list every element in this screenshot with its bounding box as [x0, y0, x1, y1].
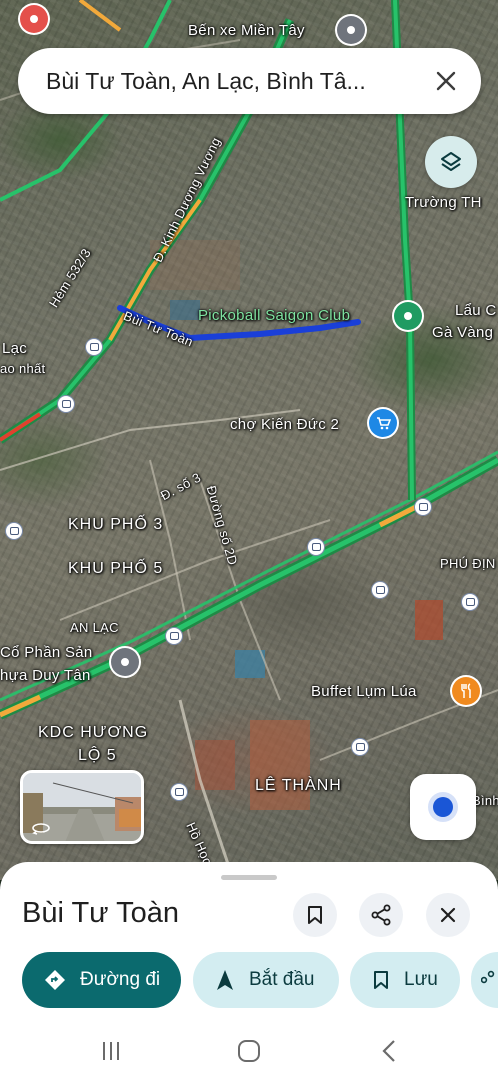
place-pin-icon[interactable] — [394, 302, 422, 330]
my-location-button[interactable] — [410, 774, 476, 840]
share-chip-button[interactable] — [471, 952, 498, 1008]
location-pin-icon[interactable] — [337, 16, 365, 44]
rotate-360-icon — [32, 823, 50, 835]
map-label: Gà Vàng — [432, 324, 494, 341]
share-icon — [481, 970, 495, 990]
bus-stop-icon[interactable] — [85, 338, 103, 356]
home-icon — [238, 1040, 260, 1062]
bookmark-icon — [308, 906, 322, 924]
search-bar[interactable]: Bùi Tư Toàn, An Lạc, Bình Tâ... — [18, 48, 481, 114]
location-pin-icon[interactable] — [111, 648, 139, 676]
layers-button[interactable] — [425, 136, 477, 188]
close-sheet-button[interactable] — [426, 893, 470, 937]
map-label: Cổ Phần Sản — [0, 644, 93, 661]
bus-stop-icon[interactable] — [307, 538, 325, 556]
location-pin-icon[interactable] — [20, 5, 48, 33]
map-label: Trường TH — [405, 194, 482, 211]
start-label: Bắt đầu — [249, 969, 315, 990]
map-label: ao nhất — [0, 361, 46, 376]
map-label: AN LẠC — [70, 620, 119, 635]
search-query[interactable]: Bùi Tư Toàn, An Lạc, Bình Tâ... — [46, 68, 431, 95]
system-navigation-bar — [0, 1022, 498, 1080]
map-label: Bến xe Miền Tây — [188, 22, 305, 39]
close-icon[interactable] — [431, 66, 461, 96]
bus-stop-icon[interactable] — [170, 783, 188, 801]
map-label: hựa Duy Tân — [0, 667, 91, 684]
map-label: LỘ 5 — [78, 747, 117, 764]
bus-stop-icon[interactable] — [165, 627, 183, 645]
map-label: LÊ THÀNH — [255, 777, 342, 794]
my-location-icon — [433, 797, 453, 817]
map-label: KHU PHỐ 3 — [68, 516, 164, 533]
directions-label: Đường đi — [80, 969, 161, 990]
share-button[interactable] — [359, 893, 403, 937]
save-button[interactable]: Lưu — [350, 952, 460, 1008]
place-title: Bùi Tư Toàn — [22, 897, 179, 929]
navigation-arrow-icon — [215, 969, 235, 991]
bookmark-icon — [372, 970, 390, 990]
start-button[interactable]: Bắt đầu — [193, 952, 339, 1008]
map-label: KHU PHỐ 5 — [68, 560, 164, 577]
drag-handle[interactable] — [221, 875, 277, 880]
share-icon — [371, 904, 391, 926]
recent-apps-icon — [103, 1042, 119, 1060]
bus-stop-icon[interactable] — [5, 522, 23, 540]
map-view[interactable]: Bến xe Miền Tây Trường TH Đ. Kinh Dương … — [0, 0, 498, 880]
map-roads — [0, 0, 498, 871]
map-label: KDC HƯƠNG — [38, 724, 149, 741]
map-label: chợ Kiến Đức 2 — [230, 416, 340, 433]
recent-apps-button[interactable] — [96, 1036, 126, 1066]
shopping-cart-icon[interactable] — [369, 409, 397, 437]
map-label: Lẩu C — [455, 302, 497, 319]
map-label: PHÚ ĐỊN — [440, 556, 496, 571]
save-bookmark-button[interactable] — [293, 893, 337, 937]
map-label: Lạc — [2, 340, 28, 357]
bus-stop-icon[interactable] — [371, 581, 389, 599]
map-label: Buffet Lụm Lúa — [311, 683, 417, 700]
home-button[interactable] — [234, 1036, 264, 1066]
street-view-thumbnail[interactable] — [20, 770, 144, 844]
layers-icon — [441, 152, 461, 171]
close-icon — [440, 907, 456, 923]
back-icon — [382, 1040, 395, 1062]
bus-stop-icon[interactable] — [57, 395, 75, 413]
save-label: Lưu — [404, 969, 438, 990]
map-label: Pickoball Saigon Club — [198, 307, 351, 324]
directions-button[interactable]: Đường đi — [22, 952, 181, 1008]
bus-stop-icon[interactable] — [414, 498, 432, 516]
back-button[interactable] — [374, 1036, 404, 1066]
bus-stop-icon[interactable] — [461, 593, 479, 611]
restaurant-icon[interactable] — [452, 677, 480, 705]
bus-stop-icon[interactable] — [351, 738, 369, 756]
directions-icon — [44, 969, 66, 991]
